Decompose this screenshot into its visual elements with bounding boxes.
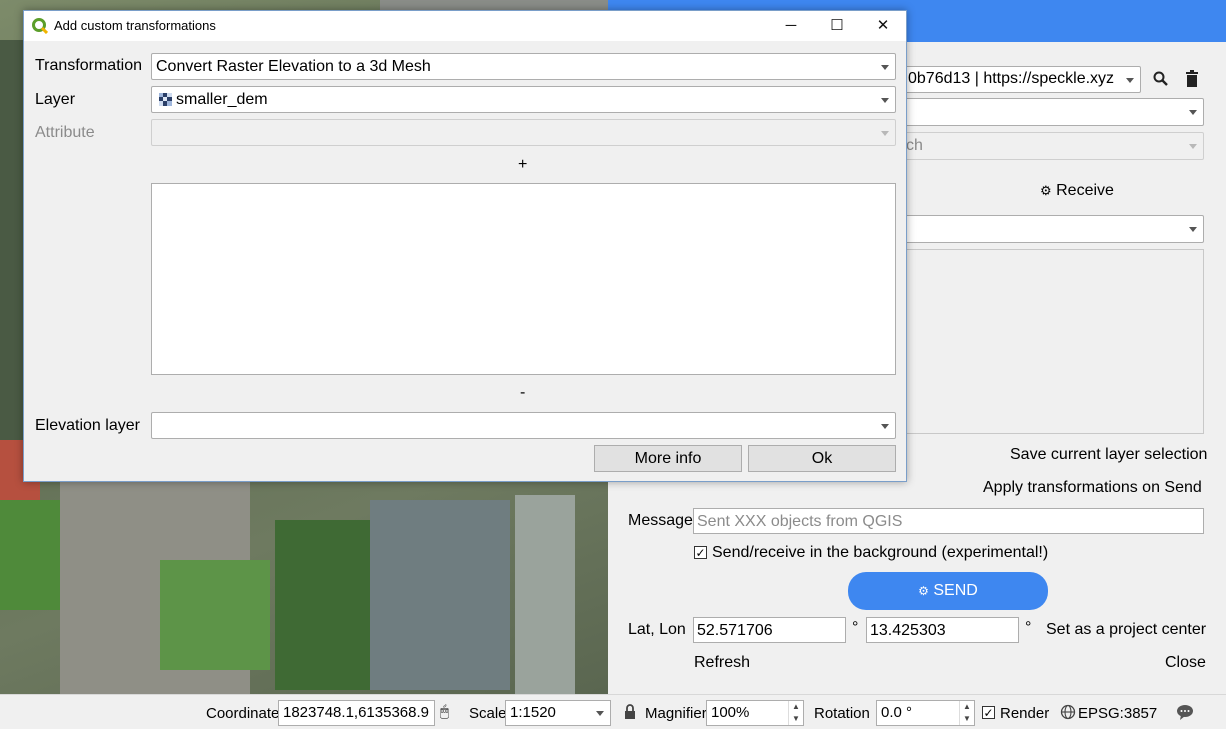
- server-select[interactable]: 0b76d13 | https://speckle.xyz: [905, 66, 1141, 93]
- raster-layer-icon: [159, 93, 172, 106]
- attribute-label: Attribute: [35, 124, 95, 141]
- green-area: [0, 500, 60, 610]
- chevron-down-icon: [1126, 77, 1134, 83]
- lock-icon[interactable]: [624, 704, 636, 720]
- receive-tab[interactable]: ⚙ Receive: [1040, 182, 1114, 200]
- add-transformations-dialog: Add custom transformations ─ ☐ ✕ Transfo…: [23, 10, 907, 482]
- branch-placeholder: ch: [906, 137, 923, 154]
- send-button[interactable]: ⚙ SEND: [848, 572, 1048, 610]
- lon-input[interactable]: 13.425303: [866, 617, 1019, 643]
- refresh-button[interactable]: Refresh: [694, 654, 750, 672]
- spin-arrows-icon[interactable]: ▲ ▼: [959, 701, 974, 725]
- transformation-label: Transformation: [35, 57, 142, 74]
- dialog-close-button[interactable]: ✕: [860, 11, 906, 41]
- search-icon[interactable]: [1152, 70, 1170, 88]
- chevron-down-icon: [1189, 227, 1197, 232]
- background-label: Send/receive in the background (experime…: [712, 544, 1049, 561]
- elevation-layer-label: Elevation layer: [35, 417, 140, 434]
- chevron-down-icon: [1189, 110, 1197, 115]
- receive-icon: ⚙: [1040, 183, 1052, 198]
- chevron-down-icon: [1189, 144, 1197, 149]
- spin-arrows-icon[interactable]: ▲ ▼: [788, 701, 803, 725]
- degree-symbol: °: [1025, 619, 1032, 636]
- qgis-logo-icon: [32, 18, 49, 35]
- scale-value: 1:1520: [510, 704, 556, 721]
- render-label: Render: [1000, 705, 1050, 722]
- ok-button[interactable]: Ok: [748, 445, 896, 472]
- dialog-titlebar[interactable]: Add custom transformations ─ ☐ ✕: [24, 11, 906, 41]
- transformation-select[interactable]: Convert Raster Elevation to a 3d Mesh: [151, 53, 896, 80]
- latlon-label: Lat, Lon: [628, 621, 686, 638]
- apply-transformations-button[interactable]: Apply transformations on Send: [983, 479, 1202, 497]
- rotation-label: Rotation: [814, 705, 870, 722]
- magnifier-label: Magnifier: [645, 705, 707, 722]
- building-roof: [370, 500, 510, 690]
- message-input[interactable]: Sent XXX objects from QGIS: [693, 508, 1204, 534]
- mouse-icon[interactable]: 🖱: [440, 703, 449, 720]
- receive-label: Receive: [1056, 182, 1114, 199]
- degree-symbol: °: [852, 619, 859, 636]
- coordinate-label: Coordinate: [206, 705, 280, 722]
- remove-button[interactable]: -: [520, 384, 525, 402]
- server-value: 0b76d13 | https://speckle.xyz: [908, 70, 1115, 87]
- send-label: SEND: [933, 582, 978, 599]
- message-label: Message: [628, 512, 693, 529]
- render-checkbox[interactable]: ✓: [982, 706, 995, 719]
- elevation-layer-select[interactable]: [151, 412, 896, 439]
- background-checkbox[interactable]: ✓: [694, 546, 707, 559]
- chevron-down-icon: [881, 130, 889, 136]
- chevron-down-icon: [596, 711, 604, 716]
- trees: [275, 520, 370, 690]
- maximize-button[interactable]: ☐: [814, 11, 860, 41]
- layer-value: smaller_dem: [176, 91, 268, 108]
- coordinate-field[interactable]: 1823748.1,6135368.9: [278, 700, 435, 726]
- chevron-down-icon: [881, 64, 889, 70]
- message-placeholder: Sent XXX objects from QGIS: [697, 513, 903, 530]
- save-selection-button[interactable]: Save current layer selection: [1010, 446, 1207, 464]
- crs-button[interactable]: EPSG:3857: [1078, 705, 1157, 722]
- chevron-down-icon: [881, 97, 889, 103]
- magnifier-value: 100%: [711, 704, 750, 721]
- stream-select[interactable]: [905, 98, 1204, 126]
- minimize-button[interactable]: ─: [768, 11, 814, 41]
- layers-list[interactable]: [905, 249, 1204, 434]
- scale-select[interactable]: 1:1520: [505, 700, 611, 726]
- magnifier-spinbox[interactable]: 100% ▲ ▼: [706, 700, 804, 726]
- add-button[interactable]: +: [518, 156, 527, 174]
- building-roof: [515, 495, 575, 694]
- branch-select: ch: [905, 132, 1204, 160]
- layer-select[interactable]: smaller_dem: [151, 86, 896, 113]
- rotation-value: 0.0 °: [881, 704, 913, 721]
- rotation-spinbox[interactable]: 0.0 ° ▲ ▼: [876, 700, 975, 726]
- park: [160, 560, 270, 670]
- map-edge: [0, 40, 24, 440]
- layer-label: Layer: [35, 91, 76, 108]
- transformations-list[interactable]: [151, 183, 896, 375]
- status-bar: Coordinate 1823748.1,6135368.9 🖱 Scale 1…: [0, 694, 1226, 729]
- lat-input[interactable]: 52.571706: [693, 617, 846, 643]
- transformation-value: Convert Raster Elevation to a 3d Mesh: [156, 58, 431, 75]
- layer-set-select[interactable]: [905, 215, 1204, 243]
- dialog-title: Add custom transformations: [54, 18, 216, 33]
- close-button[interactable]: Close: [1165, 654, 1206, 672]
- globe-icon: [1060, 704, 1076, 720]
- attribute-select: [151, 119, 896, 146]
- send-icon: ⚙: [918, 584, 929, 598]
- scale-label: Scale: [469, 705, 507, 722]
- chevron-down-icon: [881, 423, 889, 429]
- more-info-button[interactable]: More info: [594, 445, 742, 472]
- set-center-button[interactable]: Set as a project center: [1046, 621, 1206, 639]
- messages-icon[interactable]: [1176, 703, 1194, 721]
- trash-icon[interactable]: [1184, 70, 1200, 88]
